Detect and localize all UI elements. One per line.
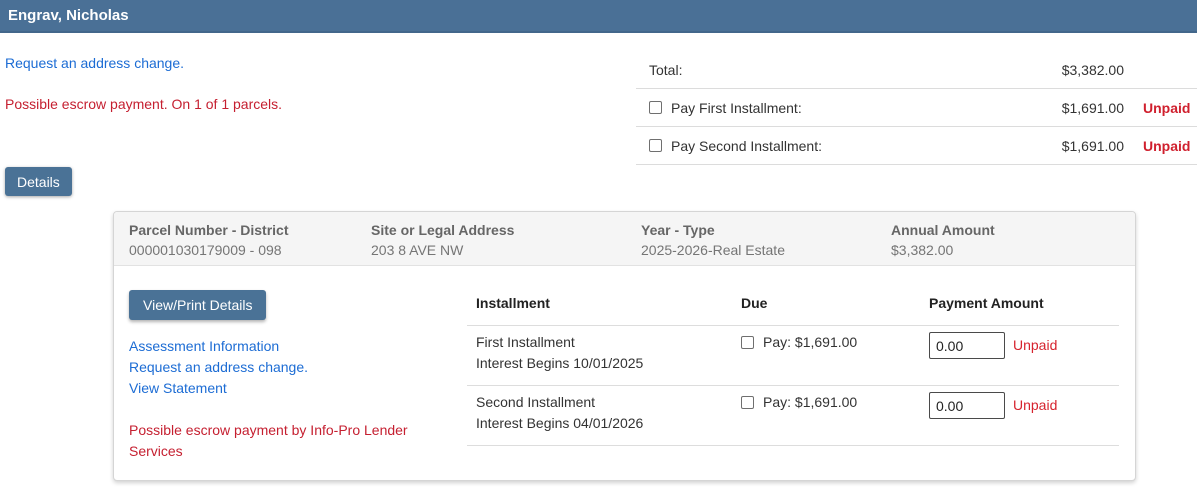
parcel-actions: View/Print Details Assessment Informatio… bbox=[129, 266, 464, 462]
view-statement-link[interactable]: View Statement bbox=[129, 378, 464, 399]
site-address-label: Site or Legal Address bbox=[371, 222, 515, 238]
escrow-lender-notice: Possible escrow payment by Info-Pro Lend… bbox=[129, 422, 408, 459]
year-type-column: Year - Type 2025-2026-Real Estate bbox=[641, 222, 891, 265]
details-button[interactable]: Details bbox=[5, 167, 72, 196]
first-installment-table-row: First Installment Interest Begins 10/01/… bbox=[467, 326, 1119, 386]
second-installment-status-badge: Unpaid bbox=[1143, 137, 1191, 154]
annual-amount-value: $3,382.00 bbox=[891, 242, 954, 258]
escrow-notice: Possible escrow payment. On 1 of 1 parce… bbox=[5, 96, 283, 112]
second-installment-interest: Interest Begins 04/01/2026 bbox=[476, 415, 644, 431]
site-address-value: 203 8 AVE NW bbox=[371, 242, 464, 258]
second-installment-unpaid-label: Unpaid bbox=[1013, 397, 1058, 413]
total-row: Total: $3,382.00 bbox=[636, 51, 1197, 89]
address-change-link[interactable]: Request an address change. bbox=[5, 55, 184, 71]
installment-column-header: Installment bbox=[476, 295, 550, 311]
payment-summary: Total: $3,382.00 Pay First Installment: … bbox=[636, 51, 1197, 165]
assessment-information-link[interactable]: Assessment Information bbox=[129, 336, 464, 357]
first-installment-amount: $1,691.00 bbox=[1061, 99, 1124, 116]
pay-second-installment-label: Pay Second Installment: bbox=[671, 137, 822, 154]
parcel-number-column: Parcel Number - District 000001030179009… bbox=[129, 222, 371, 265]
second-installment-amount: $1,691.00 bbox=[1061, 137, 1124, 154]
parcel-number-value: 000001030179009 - 098 bbox=[129, 242, 282, 258]
first-installment-payment-input[interactable] bbox=[929, 332, 1005, 359]
first-installment-unpaid-label: Unpaid bbox=[1013, 337, 1058, 353]
first-installment-name: First Installment bbox=[476, 334, 575, 350]
total-label: Total: bbox=[649, 61, 683, 78]
parcel-number-label: Parcel Number - District bbox=[129, 222, 289, 238]
annual-amount-label: Annual Amount bbox=[891, 222, 995, 238]
pay-second-installment-checkbox[interactable] bbox=[649, 139, 662, 152]
second-installment-payment-input[interactable] bbox=[929, 392, 1005, 419]
parcel-summary-header: Parcel Number - District 000001030179009… bbox=[114, 212, 1135, 266]
year-type-label: Year - Type bbox=[641, 222, 715, 238]
second-installment-due-amount: Pay: $1,691.00 bbox=[763, 394, 858, 410]
installment-table-header: Installment Due Payment Amount bbox=[467, 266, 1119, 326]
pay-second-installment-row: Pay Second Installment: $1,691.00 Unpaid bbox=[636, 127, 1197, 165]
page: Engrav, Nicholas Request an address chan… bbox=[0, 0, 1197, 497]
first-installment-interest: Interest Begins 10/01/2025 bbox=[476, 355, 644, 371]
pay-first-installment-checkbox[interactable] bbox=[649, 101, 662, 114]
first-installment-status-badge: Unpaid bbox=[1143, 99, 1191, 116]
second-installment-name: Second Installment bbox=[476, 394, 596, 410]
year-type-value: 2025-2026-Real Estate bbox=[641, 242, 785, 258]
parcel-details-panel: Parcel Number - District 000001030179009… bbox=[113, 211, 1136, 481]
taxpayer-name: Engrav, Nicholas bbox=[8, 7, 129, 24]
due-column-header: Due bbox=[741, 295, 768, 311]
first-installment-pay-checkbox[interactable] bbox=[741, 336, 754, 349]
payment-amount-column-header: Payment Amount bbox=[929, 295, 1044, 311]
taxpayer-header-bar: Engrav, Nicholas bbox=[0, 0, 1197, 33]
pay-first-installment-row: Pay First Installment: $1,691.00 Unpaid bbox=[636, 89, 1197, 127]
second-installment-table-row: Second Installment Interest Begins 04/01… bbox=[467, 386, 1119, 446]
total-amount: $3,382.00 bbox=[1061, 61, 1124, 78]
view-print-details-button[interactable]: View/Print Details bbox=[129, 290, 267, 320]
annual-amount-column: Annual Amount $3,382.00 bbox=[891, 222, 1135, 265]
installment-table: Installment Due Payment Amount First Ins… bbox=[467, 266, 1119, 446]
pay-first-installment-label: Pay First Installment: bbox=[671, 99, 802, 116]
site-address-column: Site or Legal Address 203 8 AVE NW bbox=[371, 222, 641, 265]
parcel-details-body: View/Print Details Assessment Informatio… bbox=[114, 266, 1135, 480]
second-installment-pay-checkbox[interactable] bbox=[741, 396, 754, 409]
first-installment-due-amount: Pay: $1,691.00 bbox=[763, 334, 858, 350]
address-change-link-panel[interactable]: Request an address change. bbox=[129, 357, 464, 378]
parcel-links: Assessment Information Request an addres… bbox=[129, 336, 464, 399]
